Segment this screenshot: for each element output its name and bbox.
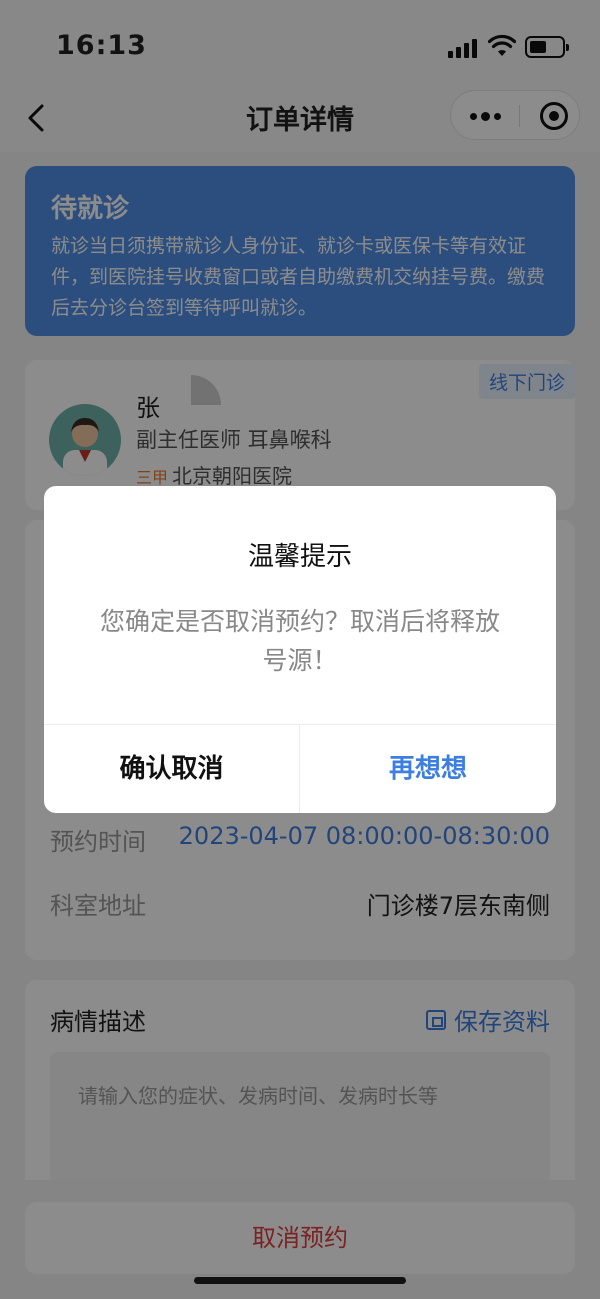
dialog-title: 温馨提示 [247,542,352,572]
home-indicator [194,1277,406,1284]
confirm-cancel-button[interactable]: 确认取消 [44,725,299,813]
dialog-message: 您确定是否取消预约？取消后将释放号源！ [99,607,500,675]
reconsider-button[interactable]: 再想想 [300,725,556,813]
confirm-dialog: 温馨提示 您确定是否取消预约？取消后将释放号源！ 确认取消 再想想 [44,486,556,813]
